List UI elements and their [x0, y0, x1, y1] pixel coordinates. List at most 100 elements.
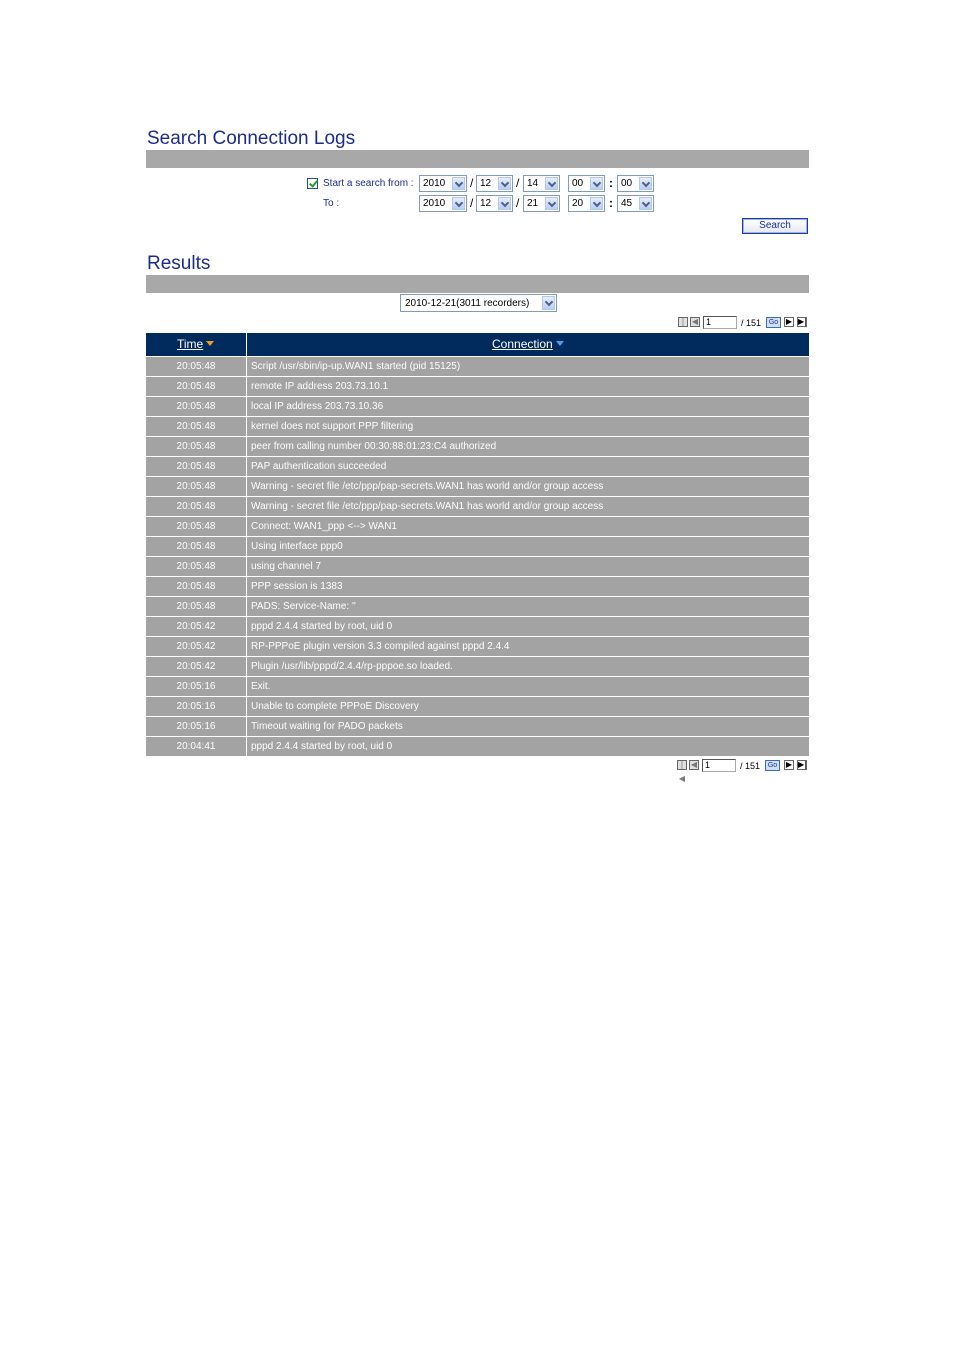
row-divider	[246, 457, 247, 476]
row-time: 20:05:48	[176, 361, 216, 372]
chevron-down-icon	[545, 177, 558, 190]
prev-page-icon[interactable]: ◀	[689, 760, 699, 770]
connection-column-header[interactable]: Connection	[492, 333, 564, 356]
row-connection: RP-PPPoE plugin version 3.3 compiled aga…	[251, 641, 510, 652]
page-number-input[interactable]: 1	[702, 759, 736, 772]
row-connection: Using interface ppp0	[251, 541, 343, 552]
chevron-down-icon	[542, 296, 555, 310]
row-divider	[246, 617, 247, 636]
row-divider	[246, 577, 247, 596]
next-page-icon[interactable]: ▶	[784, 317, 794, 327]
start-search-checkbox[interactable]	[307, 178, 318, 189]
results-title: Results	[147, 253, 211, 274]
from-year-select[interactable]: 2010	[419, 175, 467, 192]
last-page-icon[interactable]: ▶|	[797, 317, 807, 327]
row-connection: Connect: WAN1_ppp <--> WAN1	[251, 521, 397, 532]
chevron-down-icon	[498, 177, 511, 190]
to-month-select[interactable]: 12	[476, 195, 513, 212]
to-year-select[interactable]: 2010	[419, 195, 467, 212]
from-month-select[interactable]: 12	[476, 175, 513, 192]
row-connection: Script /usr/sbin/ip-up.WAN1 started (pid…	[251, 361, 461, 372]
start-search-label: Start a search from :	[323, 178, 414, 189]
chevron-down-icon	[639, 197, 652, 210]
time-separator: :	[609, 196, 613, 210]
to-hour-select[interactable]: 20	[568, 195, 605, 212]
row-time: 20:05:48	[176, 421, 216, 432]
table-row: 20:05:48 Warning - secret file /etc/ppp/p…	[146, 497, 809, 516]
chevron-down-icon	[639, 177, 652, 190]
sort-down-icon	[206, 341, 215, 346]
row-time: 20:05:42	[176, 641, 216, 652]
table-row: 20:05:16 Exit.	[146, 677, 809, 696]
to-label: To :	[323, 198, 340, 209]
row-time: 20:05:16	[176, 721, 216, 732]
row-time: 20:05:48	[176, 601, 216, 612]
table-row: 20:05:48 Script /usr/sbin/ip-up.WAN1 star…	[146, 357, 809, 376]
from-day-select[interactable]: 14	[523, 175, 560, 192]
row-divider	[246, 697, 247, 716]
table-row: 20:05:42 Plugin /usr/lib/pppd/2.4.4/rp-pp…	[146, 657, 809, 676]
row-connection: Unable to complete PPPoE Discovery	[251, 701, 419, 712]
date-record-select[interactable]: 2010-12-21(3011 recorders)	[400, 294, 557, 312]
row-time: 20:05:48	[176, 581, 216, 592]
row-time: 20:05:48	[176, 541, 216, 552]
table-row: 20:05:48 Connect: WAN1_ppp <--> WAN1	[146, 517, 809, 536]
table-row: 20:05:48 using channel 7	[146, 557, 809, 576]
chevron-down-icon	[498, 197, 511, 210]
from-minute-select[interactable]: 00	[617, 175, 654, 192]
table-header: Time Connection	[146, 333, 809, 356]
row-connection: Exit.	[251, 681, 271, 692]
date-separator: /	[470, 176, 474, 190]
table-body: 20:05:48 Script /usr/sbin/ip-up.WAN1 star…	[146, 357, 809, 756]
date-separator: /	[516, 176, 520, 190]
row-connection: Timeout waiting for PADO packets	[251, 721, 403, 732]
row-divider	[246, 377, 247, 396]
row-connection: Plugin /usr/lib/pppd/2.4.4/rp-pppoe.so l…	[251, 661, 453, 672]
sort-down-icon	[555, 341, 564, 346]
row-divider	[246, 737, 247, 756]
next-page-icon[interactable]: ▶	[784, 760, 794, 770]
row-time: 20:05:48	[176, 481, 216, 492]
row-connection: kernel does not support PPP filtering	[251, 421, 414, 432]
row-divider	[246, 537, 247, 556]
row-divider	[246, 717, 247, 736]
row-time: 20:05:48	[176, 441, 216, 452]
row-divider	[246, 557, 247, 576]
table-row: 20:05:42 RP-PPPoE plugin version 3.3 comp…	[146, 637, 809, 656]
row-divider	[246, 657, 247, 676]
chevron-down-icon	[590, 197, 603, 210]
first-page-icon[interactable]: |◀	[677, 760, 687, 783]
row-time: 20:05:16	[176, 701, 216, 712]
table-row: 20:05:48 local IP address 203.73.10.36	[146, 397, 809, 416]
table-row: 20:05:48 PPP session is 1383	[146, 577, 809, 596]
page-total: / 151	[741, 318, 762, 328]
table-row: 20:05:48 remote IP address 203.73.10.1	[146, 377, 809, 396]
last-page-icon[interactable]: ▶|	[797, 760, 807, 770]
row-connection: local IP address 203.73.10.36	[251, 401, 384, 412]
search-header-bar	[146, 150, 809, 168]
table-row: 20:05:48 peer from calling number 00:30:8…	[146, 437, 809, 456]
row-divider	[246, 497, 247, 516]
from-hour-select[interactable]: 00	[568, 175, 605, 192]
search-button[interactable]: Search	[742, 218, 808, 234]
row-divider	[246, 417, 247, 436]
row-time: 20:05:42	[176, 661, 216, 672]
page-number-input[interactable]: 1	[703, 316, 737, 329]
to-minute-select[interactable]: 45	[617, 195, 654, 212]
row-time: 20:05:42	[176, 621, 216, 632]
row-divider	[246, 437, 247, 456]
to-day-select[interactable]: 21	[523, 195, 560, 212]
table-row: 20:05:16 Unable to complete PPPoE Discove…	[146, 697, 809, 716]
table-row: 20:05:48 PAP authentication succeeded	[146, 457, 809, 476]
row-divider	[246, 477, 247, 496]
time-column-header[interactable]: Time	[177, 333, 215, 356]
row-connection: using channel 7	[251, 561, 322, 572]
row-time: 20:05:48	[176, 561, 216, 572]
go-button[interactable]: Go	[765, 760, 780, 771]
go-button[interactable]: Go	[766, 317, 781, 328]
prev-page-icon[interactable]: ◀	[690, 317, 700, 327]
date-separator: /	[516, 196, 520, 210]
first-page-icon[interactable]: |◀	[678, 317, 688, 340]
row-connection: pppd 2.4.4 started by root, uid 0	[251, 621, 393, 632]
page-total: / 151	[740, 761, 761, 771]
